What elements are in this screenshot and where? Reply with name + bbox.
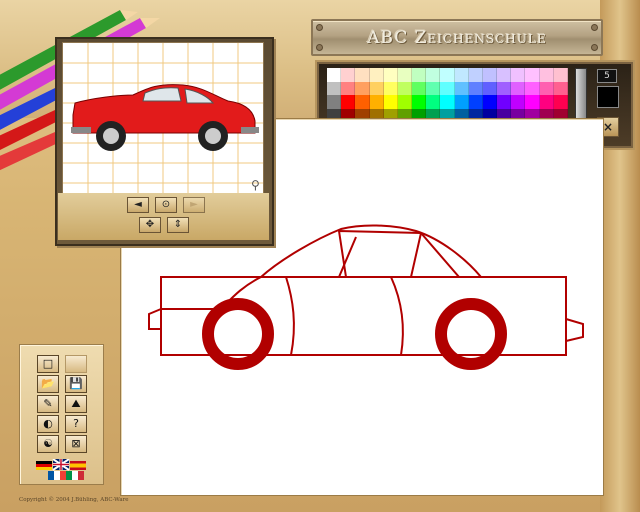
palette-swatch[interactable] bbox=[327, 95, 342, 109]
palette-swatch[interactable] bbox=[454, 81, 469, 96]
palette-swatch[interactable] bbox=[454, 68, 469, 82]
flag-italian-icon[interactable] bbox=[66, 471, 84, 480]
palette-swatch[interactable] bbox=[355, 95, 370, 109]
open-button[interactable]: 📂 bbox=[37, 375, 59, 393]
palette-swatch[interactable] bbox=[397, 95, 413, 109]
template-car-image: ⚲ bbox=[63, 43, 263, 193]
palette-swatch[interactable] bbox=[468, 81, 483, 96]
brush-size-readout: 5 bbox=[597, 69, 617, 83]
template-controls: ◄ ⊙ ► ✥ ⇕ bbox=[58, 193, 269, 240]
palette-swatch[interactable] bbox=[497, 68, 512, 82]
title-plate: ABC Zeichenschule bbox=[311, 19, 603, 56]
palette-swatch[interactable] bbox=[355, 81, 370, 96]
flag-german-icon[interactable] bbox=[36, 461, 52, 470]
palette-swatch[interactable] bbox=[525, 81, 540, 96]
palette-swatch[interactable] bbox=[426, 81, 441, 96]
copyright-text: Copyright © 2004 J.Bühling, ABC-Ware bbox=[19, 497, 129, 503]
palette-swatch[interactable] bbox=[426, 68, 441, 82]
palette-swatch[interactable] bbox=[553, 95, 568, 109]
flag-spanish-icon[interactable] bbox=[70, 461, 86, 470]
palette-swatch[interactable] bbox=[397, 68, 413, 82]
palette-swatch[interactable] bbox=[497, 95, 512, 109]
palette-swatch[interactable] bbox=[497, 81, 512, 96]
template-view-button[interactable]: ⊙ bbox=[155, 197, 177, 213]
template-image: ⚲ bbox=[62, 42, 264, 194]
palette-swatch[interactable] bbox=[511, 68, 526, 82]
palette-swatch[interactable] bbox=[511, 95, 526, 109]
palette-swatch[interactable] bbox=[440, 81, 455, 96]
palette-swatch[interactable] bbox=[383, 81, 398, 96]
palette-swatch[interactable] bbox=[482, 81, 498, 96]
palette-swatch[interactable] bbox=[369, 68, 384, 82]
palette-swatch[interactable] bbox=[539, 95, 554, 109]
toggle-button[interactable]: ◐ bbox=[37, 415, 59, 433]
template-resize-button[interactable]: ⇕ bbox=[167, 217, 189, 233]
palette-swatch[interactable] bbox=[397, 81, 413, 96]
palette-swatch[interactable] bbox=[412, 81, 427, 96]
help-button[interactable]: ? bbox=[65, 415, 87, 433]
palette-swatch[interactable] bbox=[383, 95, 398, 109]
palette-swatch[interactable] bbox=[525, 68, 540, 82]
palette-swatch[interactable] bbox=[355, 68, 370, 82]
palette-swatch[interactable] bbox=[468, 68, 483, 82]
save-button[interactable]: 💾 bbox=[65, 375, 87, 393]
palette-swatch[interactable] bbox=[369, 81, 384, 96]
palette-swatch[interactable] bbox=[553, 81, 568, 96]
palette-swatch[interactable] bbox=[369, 95, 384, 109]
palette-swatch[interactable] bbox=[383, 68, 398, 82]
palette-swatch[interactable] bbox=[539, 68, 554, 82]
palette-swatch[interactable] bbox=[412, 95, 427, 109]
language-flags bbox=[36, 459, 86, 480]
palette-swatch[interactable] bbox=[482, 68, 498, 82]
palette-swatch[interactable] bbox=[511, 81, 526, 96]
palette-swatch[interactable] bbox=[454, 95, 469, 109]
current-color-swatch bbox=[597, 86, 619, 108]
palette-swatch[interactable] bbox=[327, 68, 342, 82]
palette-swatch[interactable] bbox=[341, 81, 356, 96]
template-prev-button[interactable]: ◄ bbox=[127, 197, 149, 213]
palette-swatch[interactable] bbox=[412, 68, 427, 82]
app-title: ABC Zeichenschule bbox=[367, 27, 547, 48]
palette-swatch[interactable] bbox=[553, 68, 568, 82]
new-button[interactable]: □ bbox=[37, 355, 59, 373]
template-corner-icon[interactable]: ⚲ bbox=[251, 178, 260, 192]
palette-swatch[interactable] bbox=[341, 68, 356, 82]
palette-swatch[interactable] bbox=[341, 95, 356, 109]
palette-swatch[interactable] bbox=[525, 95, 540, 109]
palette-swatch[interactable] bbox=[440, 68, 455, 82]
color-mode-button[interactable]: ☯ bbox=[37, 435, 59, 453]
disabled-tool-button[interactable] bbox=[65, 355, 87, 373]
palette-swatch[interactable] bbox=[426, 95, 441, 109]
palette-swatch[interactable] bbox=[440, 95, 455, 109]
flag-french-icon[interactable] bbox=[48, 471, 66, 480]
palette-swatch[interactable] bbox=[327, 81, 342, 96]
flag-uk-icon[interactable] bbox=[52, 459, 70, 471]
palette-swatch[interactable] bbox=[468, 95, 483, 109]
close-button[interactable]: ⊠ bbox=[65, 435, 87, 453]
palette-swatch[interactable] bbox=[539, 81, 554, 96]
pencil-button[interactable]: ✎ bbox=[37, 395, 59, 413]
template-next-button[interactable]: ► bbox=[183, 197, 205, 213]
image-button[interactable]: ⛰ bbox=[65, 395, 87, 413]
template-move-button[interactable]: ✥ bbox=[139, 217, 161, 233]
palette-swatch[interactable] bbox=[482, 95, 498, 109]
